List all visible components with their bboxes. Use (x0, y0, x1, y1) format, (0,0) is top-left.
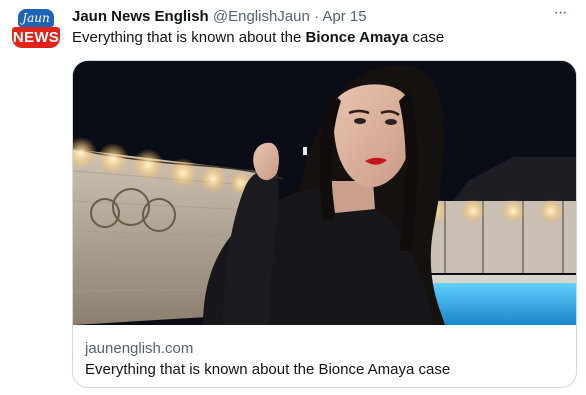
author-name[interactable]: Jaun News English (72, 8, 209, 25)
card-title[interactable]: Everything that is known about the Bionc… (85, 360, 450, 380)
tweet-text-bold: Bionce Amaya (305, 29, 409, 46)
logo-text-news: NEWS (12, 27, 60, 48)
card-photo[interactable] (73, 61, 576, 325)
tweet: Jaun NEWS Jaun News English @EnglishJaun… (0, 0, 586, 395)
link-card[interactable]: jaunenglish.com Everything that is known… (72, 60, 577, 388)
tweet-text-end: case (408, 29, 445, 46)
photo-illustration (73, 61, 576, 325)
card-domain[interactable]: jaunenglish.com (85, 339, 193, 359)
tweet-date[interactable]: Apr 15 (322, 8, 366, 25)
more-options-icon[interactable]: ··· (548, 4, 572, 28)
header-separator: · (314, 8, 319, 25)
tweet-text-start: Everything that is known about the (72, 29, 306, 46)
tweet-header: Jaun News English @EnglishJaun · Apr 15 (72, 7, 556, 27)
avatar[interactable]: Jaun NEWS (10, 6, 62, 58)
logo-text-jaun: Jaun (18, 9, 54, 27)
author-handle[interactable]: @EnglishJaun (213, 8, 310, 25)
tweet-text: Everything that is known about the Bionc… (72, 28, 566, 48)
